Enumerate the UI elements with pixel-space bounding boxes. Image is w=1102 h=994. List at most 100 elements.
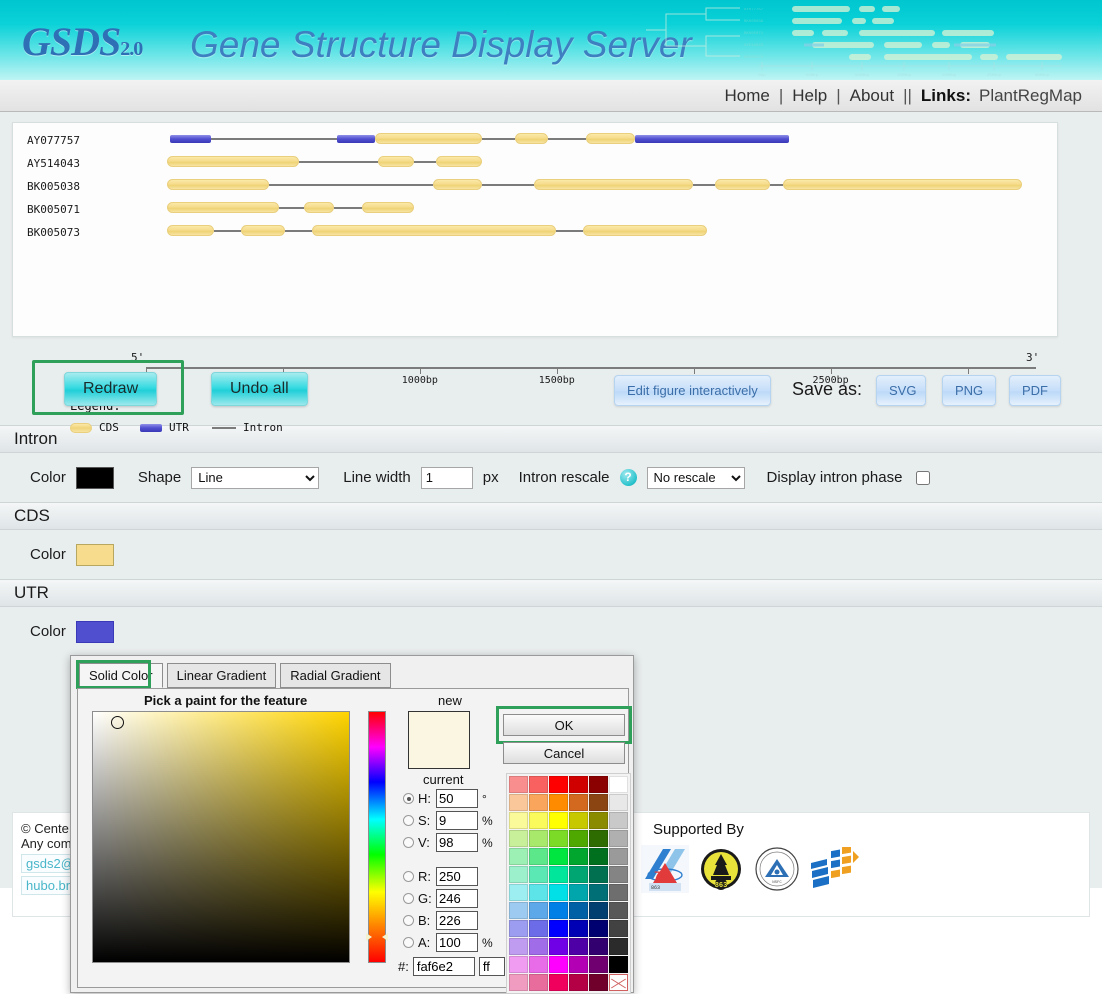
palette-swatch[interactable] (529, 938, 548, 955)
palette-swatch[interactable] (509, 956, 528, 973)
palette-swatch[interactable] (569, 848, 588, 865)
hue-slider[interactable] (368, 711, 386, 963)
help-icon[interactable]: ? (619, 469, 637, 486)
channel-row-h[interactable]: H: ° (403, 789, 487, 808)
palette-swatch[interactable] (609, 956, 628, 973)
palette-swatch[interactable] (549, 884, 568, 901)
palette-swatch[interactable] (549, 794, 568, 811)
intron-shape-select[interactable]: Line (191, 466, 320, 489)
palette-swatch[interactable] (589, 830, 608, 847)
palette-swatch[interactable] (509, 884, 528, 901)
palette-swatch[interactable] (569, 974, 588, 991)
tab-radial-gradient[interactable]: Radial Gradient (280, 663, 391, 688)
palette-swatch[interactable] (569, 938, 588, 955)
palette-swatch[interactable] (549, 776, 568, 793)
channel-radio-b[interactable] (403, 915, 414, 926)
redraw-button[interactable]: Redraw (64, 372, 158, 406)
palette-swatch[interactable] (509, 920, 528, 937)
palette-swatch[interactable] (549, 866, 568, 883)
cancel-button[interactable]: Cancel (503, 742, 625, 764)
channel-row-v[interactable]: V: % (403, 833, 493, 852)
palette-swatch[interactable] (589, 812, 608, 829)
palette-swatch[interactable] (609, 866, 628, 883)
palette-swatch[interactable] (509, 902, 528, 919)
palette-swatch[interactable] (529, 830, 548, 847)
channel-input-a[interactable] (436, 933, 478, 952)
palette-swatch[interactable] (509, 812, 528, 829)
palette-swatch[interactable] (549, 938, 568, 955)
palette-swatch[interactable] (549, 974, 568, 991)
palette-swatch[interactable] (529, 776, 548, 793)
hex-input[interactable] (412, 957, 475, 976)
channel-input-r[interactable] (436, 867, 478, 886)
color-picker-dialog[interactable]: Solid Color Linear Gradient Radial Gradi… (70, 655, 634, 994)
channel-row-b[interactable]: B: (403, 911, 482, 930)
save-svg-button[interactable]: SVG (876, 375, 926, 406)
palette-swatch[interactable] (569, 866, 588, 883)
ok-button[interactable]: OK (503, 714, 625, 736)
palette-swatch[interactable] (589, 956, 608, 973)
edit-figure-interactively-button[interactable]: Edit figure interactively (614, 375, 771, 406)
tab-linear-gradient[interactable]: Linear Gradient (166, 663, 277, 688)
cds-color-swatch[interactable] (75, 543, 114, 566)
channel-row-s[interactable]: S: % (403, 811, 493, 830)
channel-radio-a[interactable] (403, 937, 414, 948)
palette-swatch[interactable] (609, 830, 628, 847)
palette-swatch[interactable] (609, 902, 628, 919)
channel-row-g[interactable]: G: (403, 889, 482, 908)
palette-swatch[interactable] (549, 956, 568, 973)
palette-swatch[interactable] (549, 920, 568, 937)
palette-swatch[interactable] (589, 776, 608, 793)
palette-swatch[interactable] (529, 974, 548, 991)
palette-swatch[interactable] (589, 920, 608, 937)
palette-swatch[interactable] (549, 848, 568, 865)
main-navigation[interactable]: Home | Help | About || Links: PlantRegMa… (0, 80, 1102, 112)
palette-swatch[interactable] (609, 920, 628, 937)
intron-rescale-select[interactable]: No rescale (646, 466, 745, 489)
palette-swatch[interactable] (589, 902, 608, 919)
palette-swatch[interactable] (509, 974, 528, 991)
palette-swatch[interactable] (549, 902, 568, 919)
undo-all-button[interactable]: Undo all (211, 372, 308, 406)
channel-input-g[interactable] (436, 889, 478, 908)
palette-swatch[interactable] (529, 866, 548, 883)
hex-row[interactable]: #: (398, 957, 505, 976)
palette-swatch[interactable] (589, 866, 608, 883)
palette-swatch[interactable] (609, 776, 628, 793)
palette-swatch[interactable] (609, 812, 628, 829)
palette-swatch[interactable] (569, 902, 588, 919)
save-png-button[interactable]: PNG (942, 375, 996, 406)
channel-row-r[interactable]: R: (403, 867, 482, 886)
channel-input-b[interactable] (436, 911, 478, 930)
channel-input-h[interactable] (436, 789, 478, 808)
nav-item-help[interactable]: Help (792, 86, 827, 106)
channel-radio-v[interactable] (403, 837, 414, 848)
palette-swatch[interactable] (529, 884, 548, 901)
palette-swatch[interactable] (509, 848, 528, 865)
channel-input-s[interactable] (436, 811, 478, 830)
palette-swatch[interactable] (569, 794, 588, 811)
palette-swatch[interactable] (589, 794, 608, 811)
palette-swatch[interactable] (529, 848, 548, 865)
palette-swatch[interactable] (609, 848, 628, 865)
palette-swatch[interactable] (569, 884, 588, 901)
palette-swatch[interactable] (589, 938, 608, 955)
palette-swatch[interactable] (529, 812, 548, 829)
channel-radio-r[interactable] (403, 871, 414, 882)
display-intron-phase-checkbox[interactable] (916, 470, 931, 485)
palette-swatch[interactable] (529, 920, 548, 937)
palette-swatch[interactable] (569, 776, 588, 793)
palette-swatch[interactable] (589, 884, 608, 901)
nav-link-plantregmap[interactable]: PlantRegMap (971, 86, 1082, 106)
color-palette-grid[interactable] (506, 773, 631, 994)
channel-radio-h[interactable] (403, 793, 414, 804)
channel-radio-g[interactable] (403, 893, 414, 904)
palette-swatch[interactable] (509, 776, 528, 793)
palette-swatch-none[interactable] (609, 974, 628, 991)
palette-swatch[interactable] (529, 956, 548, 973)
palette-swatch[interactable] (609, 794, 628, 811)
channel-input-v[interactable] (436, 833, 478, 852)
hue-slider-handle[interactable] (366, 933, 388, 942)
palette-swatch[interactable] (529, 902, 548, 919)
palette-swatch[interactable] (609, 884, 628, 901)
